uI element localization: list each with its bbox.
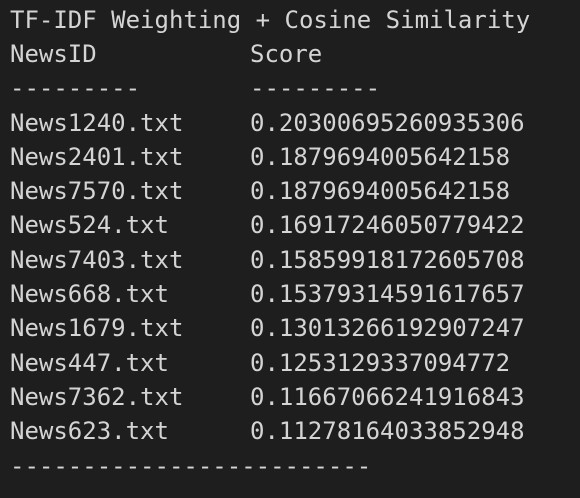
row-news-id: News7570.txt (10, 177, 184, 206)
row-score: 0.15379314591617657 (250, 280, 525, 309)
table-row: News2401.txt 0.1879694005642158 (10, 140, 580, 174)
table-row: News1240.txt 0.20300695260935306 (10, 106, 580, 140)
separator-col1: --------- (10, 74, 141, 103)
terminal-text-area: TF-IDF Weighting + Cosine Similarity New… (10, 4, 580, 498)
table-row: News524.txt 0.16917246050779422 (10, 208, 580, 242)
row-score: 0.16917246050779422 (250, 211, 525, 240)
header-score: Score (250, 40, 323, 68)
row-news-id: News668.txt (10, 280, 169, 309)
table-row: News1679.txt 0.13013266192907247 (10, 311, 580, 345)
footer-separator: ------------------------- (10, 451, 372, 480)
header-newsid: NewsID (10, 40, 97, 68)
output-title: TF-IDF Weighting + Cosine Similarity (10, 6, 531, 34)
separator-row: --------- --------- (10, 71, 580, 105)
table-header-row: NewsID Score (10, 37, 580, 71)
row-score: 0.15859918172605708 (250, 245, 525, 274)
row-news-id: News7403.txt (10, 245, 184, 274)
table-row: News7403.txt 0.15859918172605708 (10, 243, 580, 277)
terminal-output-panel: { "output": { "title": "TF-IDF Weighting… (0, 0, 580, 498)
table-row: News7362.txt 0.11667066241916843 (10, 380, 580, 414)
row-news-id: News524.txt (10, 211, 169, 240)
row-score: 0.20300695260935306 (250, 108, 525, 137)
row-score: 0.1253129337094772 (250, 348, 511, 377)
separator-col2: --------- (250, 74, 381, 103)
row-news-id: News623.txt (10, 417, 169, 446)
row-score: 0.11278164033852948 (250, 417, 525, 446)
row-score: 0.13013266192907247 (250, 314, 525, 343)
table-row: News7570.txt 0.1879694005642158 (10, 174, 580, 208)
row-news-id: News447.txt (10, 348, 169, 377)
row-score: 0.1879694005642158 (250, 142, 511, 171)
row-news-id: News2401.txt (10, 142, 184, 171)
row-news-id: News1240.txt (10, 108, 184, 137)
table-row: News447.txt 0.1253129337094772 (10, 346, 580, 380)
row-news-id: News7362.txt (10, 382, 184, 411)
row-score: 0.1879694005642158 (250, 177, 511, 206)
table-row: News623.txt 0.11278164033852948 (10, 414, 580, 448)
row-score: 0.11667066241916843 (250, 382, 525, 411)
table-row: News668.txt 0.15379314591617657 (10, 277, 580, 311)
row-news-id: News1679.txt (10, 314, 184, 343)
